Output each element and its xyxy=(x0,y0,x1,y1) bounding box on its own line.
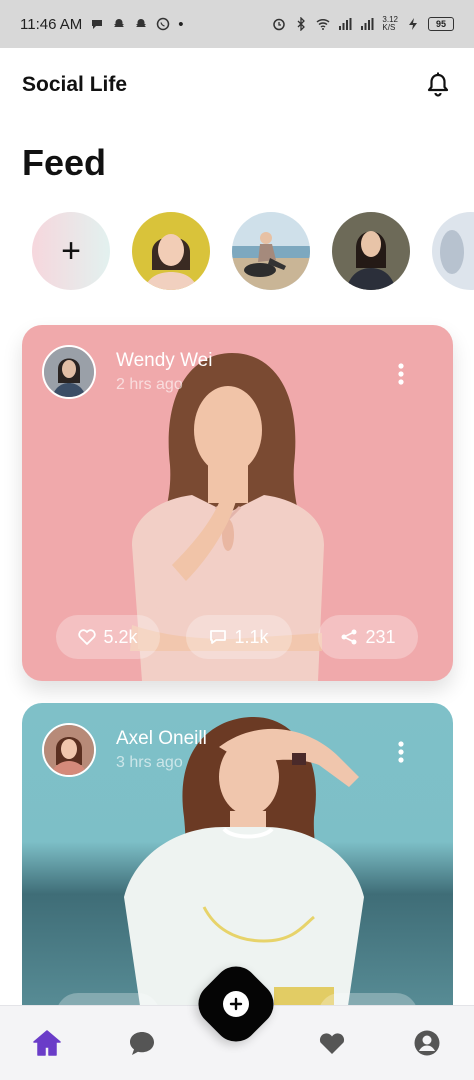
nav-profile[interactable] xyxy=(410,1028,444,1058)
notifications-button[interactable] xyxy=(424,71,452,99)
story-avatar[interactable] xyxy=(232,212,310,290)
share-count: 231 xyxy=(365,626,396,647)
share-icon xyxy=(341,629,357,645)
heart-icon xyxy=(319,1033,345,1054)
story-photo xyxy=(132,212,210,290)
chat-icon xyxy=(130,1032,154,1055)
comment-button[interactable]: 1.1k xyxy=(186,615,292,659)
story-avatar[interactable] xyxy=(432,212,474,290)
post-actions: 5.2k 1.1k 231 xyxy=(56,615,420,659)
signal-icon xyxy=(339,18,352,30)
share-button[interactable]: 231 xyxy=(318,615,418,659)
status-bar: 11:46 AM • 3.12 K/S 95 xyxy=(0,0,474,48)
status-time: 11:46 AM xyxy=(20,15,83,33)
avatar-photo xyxy=(44,725,94,775)
app-title: Social Life xyxy=(22,73,128,96)
add-story-label: + xyxy=(61,231,81,270)
heart-icon xyxy=(78,629,97,645)
chat-notification-icon xyxy=(92,20,103,29)
story-photo xyxy=(232,212,310,290)
post-time: 3 hrs ago xyxy=(116,754,183,771)
whatsapp-icon xyxy=(157,17,170,31)
author-name[interactable]: Wendy Wei xyxy=(116,350,212,372)
comment-count: 1.1k xyxy=(234,626,269,647)
more-options-button[interactable] xyxy=(391,361,411,387)
user-icon xyxy=(414,1030,440,1056)
feed-title: Feed xyxy=(22,142,107,183)
more-vertical-icon xyxy=(398,363,404,385)
charging-icon xyxy=(409,18,417,30)
like-count: 5.2k xyxy=(103,626,138,647)
stories-row: + xyxy=(0,210,474,294)
avatar-photo xyxy=(44,347,94,397)
story-avatar[interactable] xyxy=(332,212,410,290)
more-options-button[interactable] xyxy=(391,739,411,765)
post-meta: Axel Oneill 3 hrs ago xyxy=(116,728,207,772)
comment-icon xyxy=(210,630,227,644)
net-speed: 3.12 K/S xyxy=(382,15,398,32)
add-story-button[interactable]: + xyxy=(32,212,110,290)
story-avatar[interactable] xyxy=(132,212,210,290)
author-name[interactable]: Axel Oneill xyxy=(116,728,207,750)
like-button[interactable]: 5.2k xyxy=(56,615,160,659)
battery-indicator: 95 xyxy=(428,17,454,31)
nav-favorites[interactable] xyxy=(315,1028,349,1058)
story-photo xyxy=(332,212,410,290)
post-meta: Wendy Wei 2 hrs ago xyxy=(116,350,212,394)
add-icon xyxy=(223,991,249,1017)
post-time: 2 hrs ago xyxy=(116,376,183,393)
status-dot: • xyxy=(178,15,184,33)
avatar[interactable] xyxy=(42,723,96,777)
avatar[interactable] xyxy=(42,345,96,399)
plus-icon xyxy=(229,997,243,1011)
alarm-icon xyxy=(273,18,286,31)
home-icon xyxy=(33,1030,61,1056)
bell-icon xyxy=(427,72,449,97)
post-header: Axel Oneill 3 hrs ago xyxy=(42,723,207,777)
more-vertical-icon xyxy=(398,741,404,763)
nav-home[interactable] xyxy=(30,1028,64,1058)
nav-messages[interactable] xyxy=(125,1028,159,1058)
post-header: Wendy Wei 2 hrs ago xyxy=(42,345,212,399)
snapchat-icon xyxy=(114,19,125,27)
app-header: Social Life xyxy=(0,48,474,122)
post-card[interactable]: Wendy Wei 2 hrs ago 5.2k 1.1k 231 xyxy=(22,325,453,681)
bluetooth-icon xyxy=(297,17,306,31)
story-photo xyxy=(432,212,474,290)
signal-icon xyxy=(361,18,374,30)
snapchat-icon xyxy=(136,19,147,27)
wifi-icon xyxy=(316,18,330,30)
